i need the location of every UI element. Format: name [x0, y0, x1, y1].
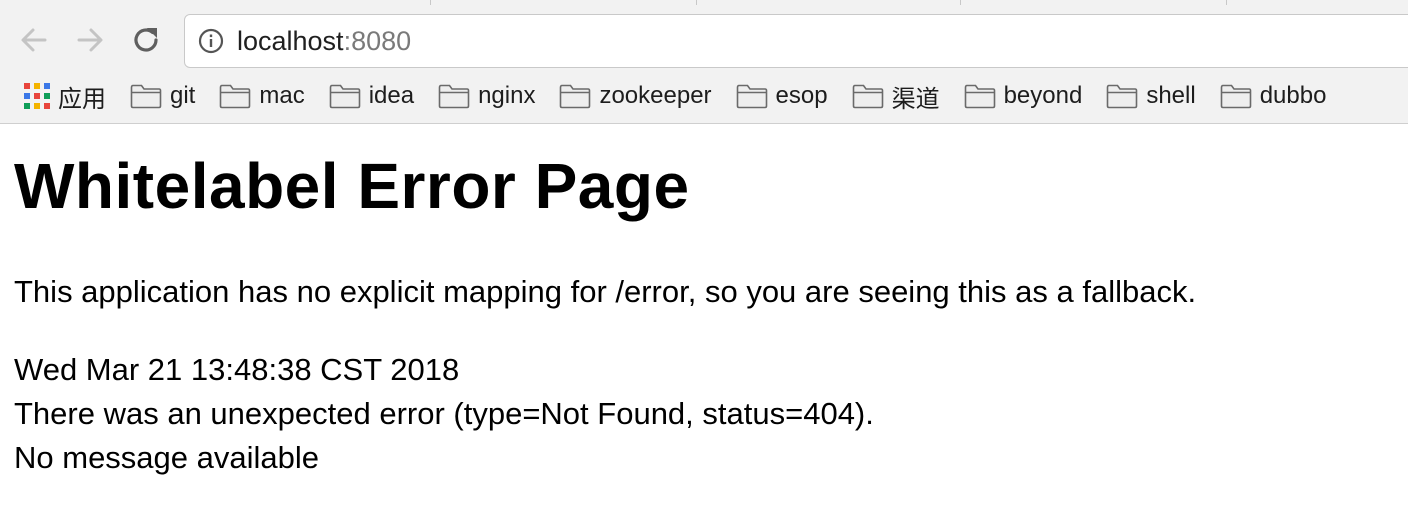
bookmark-folder-nginx[interactable]: nginx	[438, 74, 535, 118]
folder-icon	[130, 84, 162, 109]
tab-strip	[0, 0, 1408, 6]
bookmark-label: mac	[259, 82, 305, 109]
bookmark-label: zookeeper	[599, 82, 712, 109]
bookmark-folder-shell[interactable]: shell	[1106, 74, 1196, 118]
tab-divider	[1226, 0, 1227, 5]
bookmark-label: git	[170, 82, 196, 109]
url-host: localhost	[237, 25, 344, 56]
bookmark-label: 渠道	[891, 85, 940, 113]
page-title: Whitelabel Error Page	[14, 150, 690, 222]
arrow-right-icon	[77, 28, 103, 52]
folder-icon	[964, 84, 995, 109]
url-port: :8080	[343, 25, 412, 56]
bookmark-label: nginx	[478, 82, 536, 109]
site-info-icon[interactable]	[197, 27, 225, 55]
bookmark-label: dubbo	[1259, 82, 1327, 109]
folder-icon	[1220, 84, 1251, 109]
bookmark-folder-esop[interactable]: esop	[736, 74, 828, 118]
folder-icon	[220, 84, 251, 109]
folder-icon	[438, 84, 470, 109]
error-status-line: There was an unexpected error (type=Not …	[14, 396, 874, 431]
address-bar[interactable]: localhost:8080	[184, 14, 1408, 68]
bookmark-folder-qudao[interactable]: 渠道	[852, 74, 940, 118]
reload-icon	[134, 28, 158, 52]
reload-button[interactable]	[128, 22, 164, 58]
browser-chrome: localhost:8080 应用 git mac idea nginx zoo…	[0, 0, 1408, 124]
folder-icon	[1107, 84, 1138, 109]
error-message-line: No message available	[14, 440, 320, 475]
error-details: Wed Mar 21 13:48:38 CST 2018 There was a…	[14, 348, 1394, 480]
bookmark-label: shell	[1146, 82, 1196, 109]
error-timestamp: Wed Mar 21 13:48:38 CST 2018	[14, 352, 460, 387]
bookmark-label: esop	[775, 82, 828, 109]
folder-icon	[329, 84, 361, 109]
folder-icon	[560, 84, 591, 109]
back-button[interactable]	[16, 22, 52, 58]
error-explanation: This application has no explicit mapping…	[14, 274, 1197, 309]
apps-grid-icon	[24, 83, 50, 109]
bookmark-folder-beyond[interactable]: beyond	[964, 74, 1083, 118]
bookmark-folder-idea[interactable]: idea	[329, 74, 414, 118]
arrow-left-icon	[21, 28, 47, 52]
folder-icon	[852, 84, 883, 109]
bookmark-apps[interactable]: 应用	[24, 74, 106, 118]
url-text[interactable]: localhost:8080	[237, 26, 411, 57]
bookmark-folder-zookeeper[interactable]: zookeeper	[559, 74, 712, 118]
bookmark-folder-git[interactable]: git	[130, 74, 195, 118]
page-content: Whitelabel Error Page This application h…	[14, 124, 1394, 480]
bookmark-label: idea	[368, 82, 415, 109]
bookmark-folder-mac[interactable]: mac	[219, 74, 305, 118]
folder-icon	[736, 84, 767, 109]
bookmark-folder-dubbo[interactable]: dubbo	[1220, 74, 1327, 118]
tab-divider	[960, 0, 961, 5]
forward-button[interactable]	[72, 22, 108, 58]
tab-divider	[430, 0, 431, 5]
bookmarks-bar: 应用 git mac idea nginx zookeeper esop 渠道	[0, 74, 1408, 118]
bookmark-label: beyond	[1003, 82, 1083, 109]
bookmark-label: 应用	[58, 85, 106, 113]
tab-divider	[696, 0, 697, 5]
browser-toolbar: localhost:8080	[0, 10, 1408, 70]
